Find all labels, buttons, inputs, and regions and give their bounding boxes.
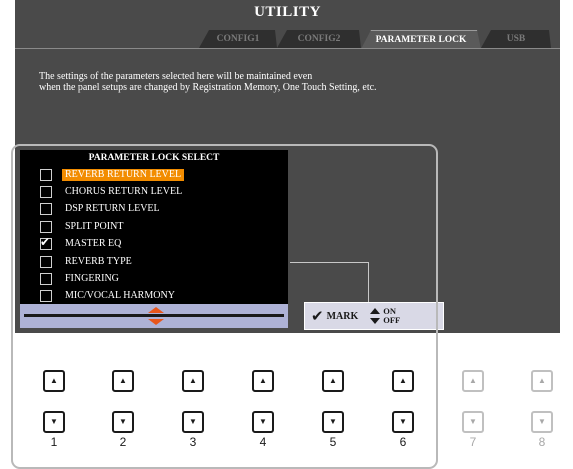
down-arrow-icon: ▼ <box>189 417 197 426</box>
tab-parameter-lock[interactable]: PARAMETER LOCK <box>361 30 481 49</box>
tab-bar: CONFIG1 CONFIG2 PARAMETER LOCK USB <box>15 30 560 48</box>
down-button-4[interactable]: ▼ <box>252 411 274 433</box>
button-number: 2 <box>119 435 127 449</box>
down-button-7[interactable]: ▼ <box>462 411 484 433</box>
down-button-8[interactable]: ▼ <box>531 411 553 433</box>
screen-title: UTILITY <box>254 4 321 20</box>
down-button-5[interactable]: ▼ <box>322 411 344 433</box>
button-number: 5 <box>329 435 337 449</box>
down-button-3[interactable]: ▼ <box>182 411 204 433</box>
down-arrow-icon: ▼ <box>469 417 477 426</box>
button-number: 4 <box>259 435 267 449</box>
up-button-3[interactable]: ▲ <box>182 370 204 392</box>
up-arrow-icon: ▲ <box>329 376 337 385</box>
description-text: The settings of the parameters selected … <box>39 71 559 93</box>
up-button-5[interactable]: ▲ <box>322 370 344 392</box>
up-button-7[interactable]: ▲ <box>462 370 484 392</box>
up-button-1[interactable]: ▲ <box>43 370 65 392</box>
up-button-8[interactable]: ▲ <box>531 370 553 392</box>
down-button-6[interactable]: ▼ <box>392 411 414 433</box>
up-arrow-icon: ▲ <box>50 376 58 385</box>
down-arrow-icon: ▼ <box>538 417 546 426</box>
up-button-4[interactable]: ▲ <box>252 370 274 392</box>
tab-usb[interactable]: USB <box>481 30 551 48</box>
up-arrow-icon: ▲ <box>189 376 197 385</box>
button-number: 1 <box>50 435 58 449</box>
up-button-6[interactable]: ▲ <box>392 370 414 392</box>
up-button-2[interactable]: ▲ <box>112 370 134 392</box>
description-line-2: when the panel setups are changed by Reg… <box>39 82 377 93</box>
down-button-2[interactable]: ▼ <box>112 411 134 433</box>
down-arrow-icon: ▼ <box>329 417 337 426</box>
down-button-1[interactable]: ▼ <box>43 411 65 433</box>
tab-underline <box>15 48 560 49</box>
down-arrow-icon: ▼ <box>399 417 407 426</box>
description-line-1: The settings of the parameters selected … <box>39 71 313 82</box>
up-arrow-icon: ▲ <box>469 376 477 385</box>
button-number: 3 <box>189 435 197 449</box>
up-arrow-icon: ▲ <box>538 376 546 385</box>
tab-config2[interactable]: CONFIG2 <box>277 30 361 48</box>
down-arrow-icon: ▼ <box>259 417 267 426</box>
up-arrow-icon: ▲ <box>399 376 407 385</box>
up-arrow-icon: ▲ <box>119 376 127 385</box>
down-arrow-icon: ▼ <box>119 417 127 426</box>
button-number: 7 <box>469 435 477 449</box>
button-number: 6 <box>399 435 407 449</box>
tab-config1[interactable]: CONFIG1 <box>199 30 277 48</box>
button-group-frame <box>11 144 438 469</box>
down-arrow-icon: ▼ <box>50 417 58 426</box>
up-arrow-icon: ▲ <box>259 376 267 385</box>
button-number: 8 <box>538 435 546 449</box>
